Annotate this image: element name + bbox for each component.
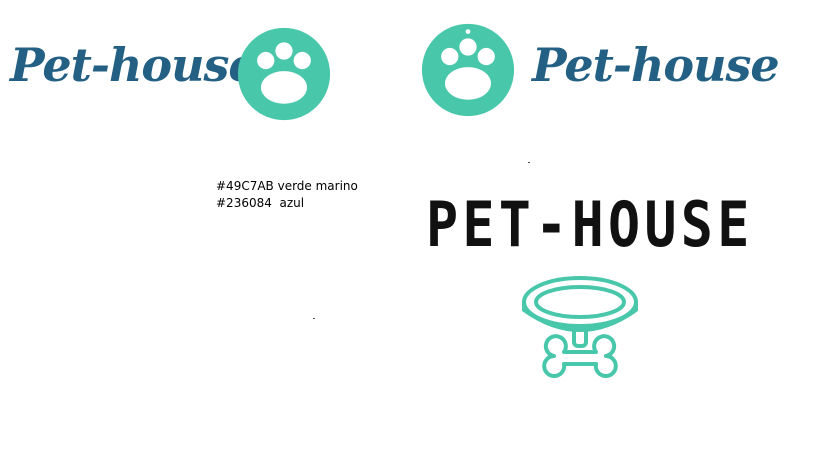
collar-with-bone-tag-icon <box>522 276 638 378</box>
palette-note-green: #49C7AB verde marino <box>216 179 358 193</box>
logo-wordmark-block: PET-HOUSE <box>426 188 754 261</box>
logo-wordmark-left: Pet-house <box>10 38 258 92</box>
stray-dot <box>313 318 315 319</box>
paw-icon-tag <box>421 23 515 117</box>
stray-dot <box>528 162 530 163</box>
logo-wordmark-right: Pet-house <box>532 38 780 92</box>
palette-notes: #49C7AB verde marino #236084 azul <box>216 178 358 212</box>
palette-note-blue: #236084 azul <box>216 196 305 210</box>
paw-icon <box>237 27 331 121</box>
